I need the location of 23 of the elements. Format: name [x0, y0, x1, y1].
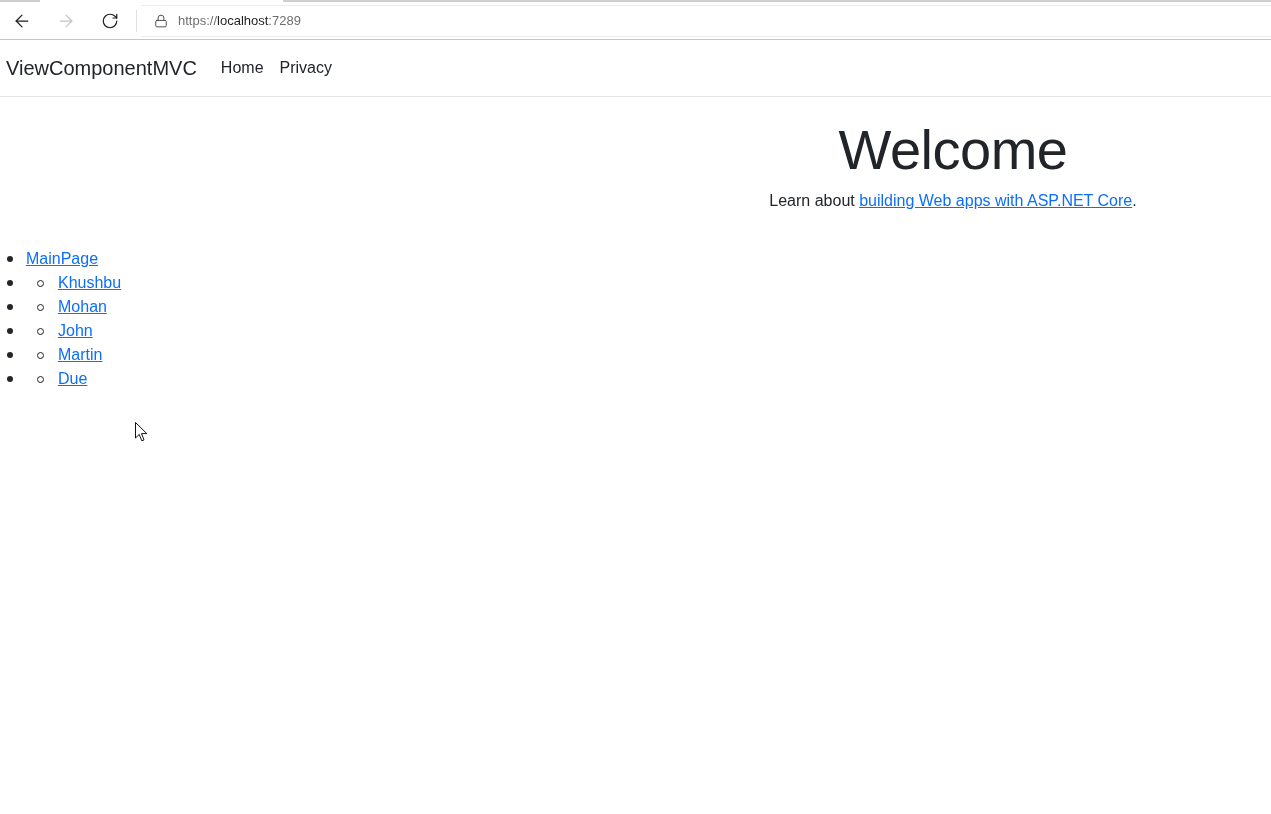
url-text: https://localhost:7289 — [178, 11, 301, 30]
bullet-icon — [7, 280, 13, 286]
brand-link[interactable]: ViewComponentMVC — [6, 53, 197, 83]
submenu-link[interactable]: Khushbu — [58, 271, 122, 295]
submenu-link[interactable]: Mohan — [58, 295, 107, 319]
bullet-icon — [7, 352, 13, 358]
nav-link[interactable]: Privacy — [279, 56, 332, 80]
lock-icon — [154, 13, 168, 28]
submenu-link[interactable]: John — [58, 319, 93, 343]
bullet-icon — [7, 376, 13, 382]
mouse-pointer-icon — [135, 422, 148, 442]
submenu-link[interactable]: Due — [58, 367, 88, 391]
docs-link[interactable]: building Web apps with ASP.NET Core — [859, 192, 1133, 209]
bullet-icon — [7, 304, 13, 310]
submenu-link[interactable]: Martin — [58, 343, 103, 367]
nav-link[interactable]: Home — [220, 56, 264, 80]
intro-text: Learn about building Web apps with ASP.NET Core. — [769, 191, 1137, 211]
bullet-icon — [7, 328, 13, 334]
menu-link[interactable]: MainPage — [26, 247, 99, 271]
address-bar[interactable]: https://localhost:7289 — [141, 4, 1271, 37]
welcome-heading: Welcome — [838, 117, 1068, 183]
bullet-icon — [7, 256, 13, 262]
reload-icon — [101, 11, 119, 30]
